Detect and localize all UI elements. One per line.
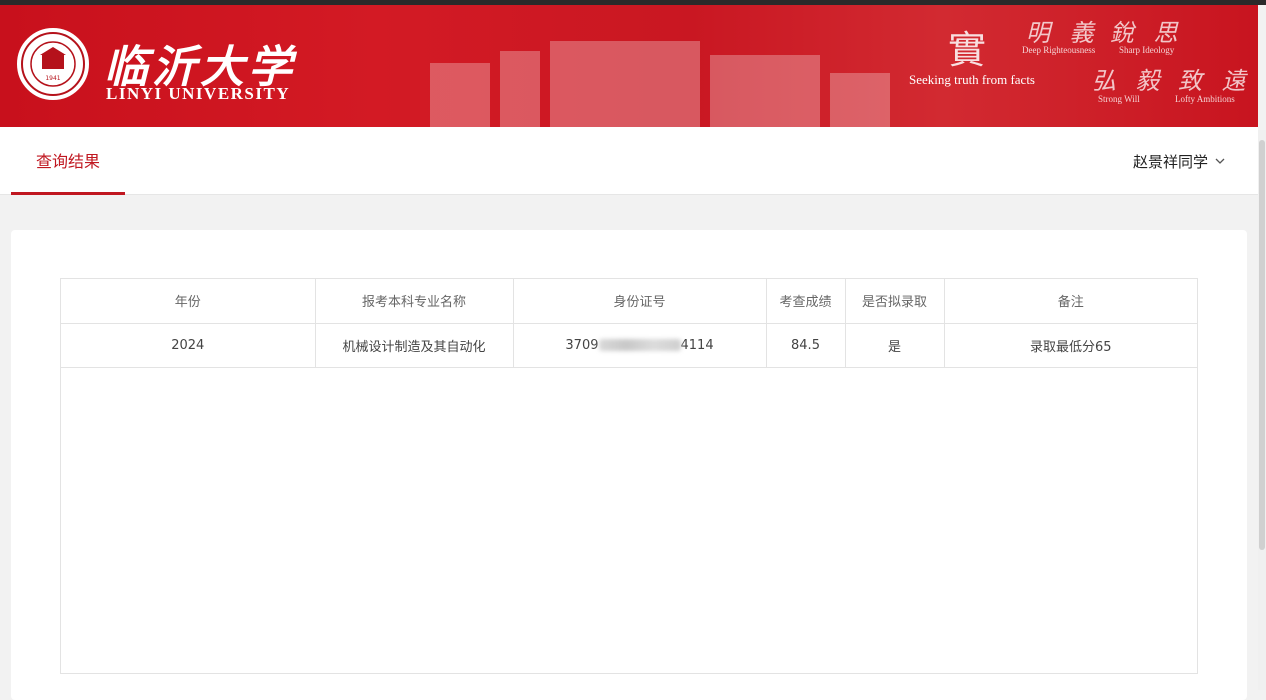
id-redacted-blur <box>598 339 681 351</box>
motto-deep-righteousness: Deep Righteousness <box>1022 45 1096 55</box>
header-year: 年份 <box>61 279 316 324</box>
id-suffix: 4114 <box>680 337 714 353</box>
cell-score: 84.5 <box>766 323 846 368</box>
user-menu[interactable]: 赵景祥同学 <box>1133 127 1226 195</box>
motto-lofty-ambitions: Lofty Ambitions <box>1175 94 1235 104</box>
motto-strong-will: Strong Will <box>1098 94 1140 104</box>
motto-seeking-truth: Seeking truth from facts <box>909 72 1035 87</box>
motto-rui-si: 銳 思 <box>1110 19 1184 47</box>
logo-english-name: LINYI UNIVERSITY <box>106 84 291 103</box>
cell-note: 录取最低分65 <box>944 323 1197 368</box>
motto-shi: 實 <box>948 28 987 72</box>
header-score: 考查成绩 <box>766 279 846 324</box>
motto-sharp-ideology: Sharp Ideology <box>1119 45 1175 55</box>
table-header-row: 年份 报考本科专业名称 身份证号 考查成绩 是否拟录取 备注 <box>61 279 1197 324</box>
motto-ming-yi: 明 義 <box>1026 19 1100 47</box>
motto-hong-yi: 弘 毅 <box>1092 67 1166 95</box>
user-name: 赵景祥同学 <box>1132 152 1208 171</box>
header-banner: 1941 临沂大学 LINYI UNIVERSITY 實 Seeking tru… <box>0 5 1258 127</box>
id-prefix: 3709 <box>565 337 599 353</box>
cell-year: 2024 <box>61 323 316 368</box>
table-row: 2024 机械设计制造及其自动化 3709 4114 84.5 是 录取最低分65 <box>61 323 1197 368</box>
tab-query-results[interactable]: 查询结果 <box>11 127 125 195</box>
cell-major: 机械设计制造及其自动化 <box>315 323 514 368</box>
university-seal-logo: 1941 <box>17 28 89 100</box>
cell-admitted: 是 <box>845 323 945 368</box>
scrollbar-thumb[interactable] <box>1259 140 1265 550</box>
results-table-container: 年份 报考本科专业名称 身份证号 考查成绩 是否拟录取 备注 2024 机械设计… <box>60 278 1198 674</box>
top-navbar: 查询结果 赵景祥同学 <box>0 127 1258 195</box>
cell-id-number: 3709 4114 <box>513 323 767 368</box>
chevron-down-icon <box>1215 158 1225 164</box>
page-scrollbar[interactable] <box>1258 130 1266 690</box>
results-table: 年份 报考本科专业名称 身份证号 考查成绩 是否拟录取 备注 2024 机械设计… <box>61 279 1197 368</box>
svg-text:1941: 1941 <box>45 75 60 82</box>
results-card: 年份 报考本科专业名称 身份证号 考查成绩 是否拟录取 备注 2024 机械设计… <box>11 230 1247 700</box>
header-id-number: 身份证号 <box>513 279 767 324</box>
header-admitted: 是否拟录取 <box>845 279 945 324</box>
header-major: 报考本科专业名称 <box>315 279 514 324</box>
campus-buildings-image <box>430 41 890 127</box>
motto-zhi-yuan: 致 遠 <box>1178 67 1252 95</box>
header-note: 备注 <box>944 279 1197 324</box>
